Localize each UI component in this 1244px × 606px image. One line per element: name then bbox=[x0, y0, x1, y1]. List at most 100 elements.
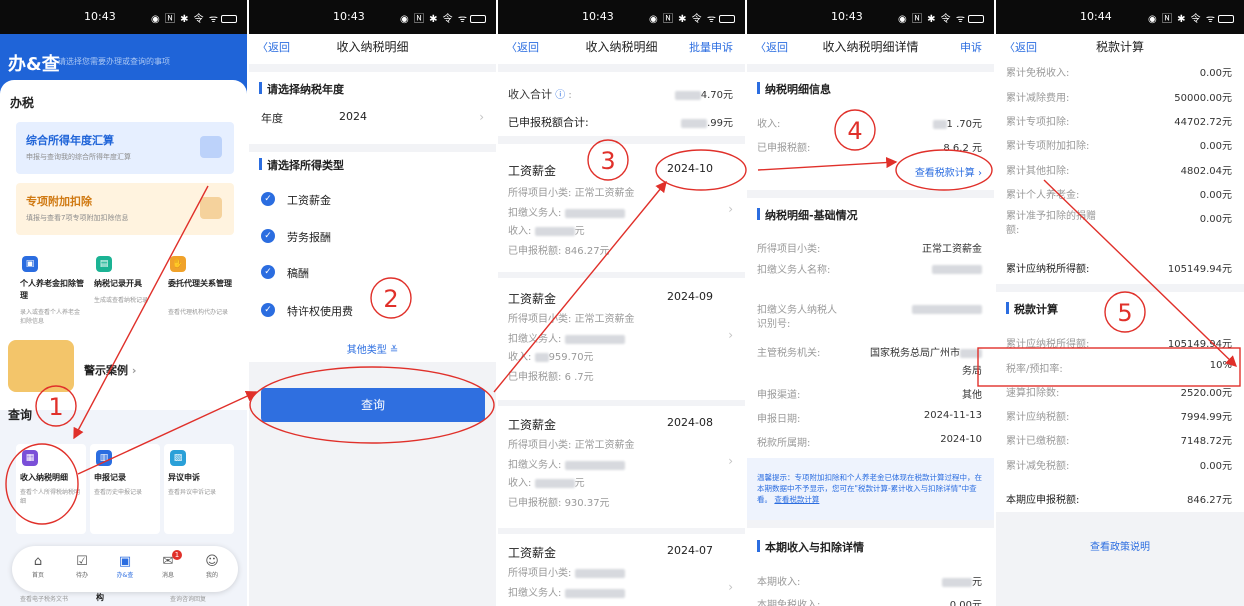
tile-desc: 查看个人所得税纳税明细 bbox=[20, 489, 81, 505]
warning-case-illustration bbox=[8, 340, 74, 392]
bottom-area bbox=[996, 512, 1244, 606]
list-item[interactable]: 工资薪金 2024-07 所得项目小类: 扣缴义务人: › bbox=[498, 536, 745, 606]
card-desc: 申报与查询我的综合所得年度汇算 bbox=[26, 153, 131, 161]
panel-income-list: 10:43 ◉ 🄽 ✱ 令 ᯤ 〈返回 收入纳税明细 批量申诉 收入合计 ⓘ :… bbox=[498, 0, 745, 606]
pension-icon: ▣ bbox=[22, 256, 38, 272]
tile-income-tax-detail[interactable]: ▦ 收入纳税明细 查看个人所得税纳税明细 bbox=[16, 444, 86, 534]
tile-desc: 查看代理机构代办记录 bbox=[168, 309, 229, 316]
help-icon[interactable]: ⓘ bbox=[555, 90, 565, 101]
appeal-icon: ▧ bbox=[170, 450, 186, 466]
list-item[interactable]: 工资薪金 2024-09 所得项目小类: 正常工资薪金 扣缴义务人: 收入: 9… bbox=[498, 280, 745, 396]
handshake-icon: ✋ bbox=[170, 256, 186, 272]
notice-calc-link[interactable]: 查看税款计算 bbox=[774, 495, 819, 504]
section-marker bbox=[259, 158, 262, 170]
tile-title: 委托代理关系管理 bbox=[168, 279, 232, 288]
chevron-down-icon: ≚ bbox=[389, 345, 399, 356]
check-icon: ✓ bbox=[261, 229, 275, 243]
status-icons: ◉ 🄽 ✱ 令 ᯤ bbox=[898, 10, 984, 25]
tab-mine[interactable]: ☺ 我的 bbox=[192, 554, 232, 579]
chevron-right-icon: › bbox=[728, 328, 733, 342]
nav-bar: 〈返回 收入纳税明细详情 申诉 bbox=[747, 34, 994, 60]
section-title-type: 请选择所得类型 bbox=[267, 159, 344, 172]
status-time: 10:44 bbox=[1080, 10, 1112, 23]
section-title-calc: 税款计算 bbox=[1014, 303, 1058, 316]
profile-icon: ☺ bbox=[205, 554, 219, 569]
status-time: 10:43 bbox=[831, 10, 863, 23]
section-title-basic: 纳税明细-基础情况 bbox=[765, 209, 858, 222]
card-annual-settlement[interactable]: 综合所得年度汇算 申报与查询我的综合所得年度汇算 bbox=[16, 122, 234, 174]
tile-desc: 查看异议申诉记录 bbox=[168, 489, 217, 496]
tab-ban-cha[interactable]: ▣ 办&查 bbox=[105, 554, 145, 579]
batch-appeal-button[interactable]: 批量申诉 bbox=[689, 39, 733, 55]
page-title: 收入纳税明细详情 bbox=[822, 40, 919, 54]
warning-case-link[interactable]: 警示案例 › bbox=[84, 362, 136, 378]
section-marker bbox=[259, 82, 262, 94]
appeal-button[interactable]: 申诉 bbox=[960, 39, 982, 55]
section-marker bbox=[757, 208, 760, 220]
bottom-tab-bar: ⌂ 首页 ☑ 待办 ▣ 办&查 ✉ 消息 1 ☺ 我的 bbox=[12, 546, 238, 592]
status-time: 10:43 bbox=[582, 10, 614, 23]
header-tagline: 请选择您需要办理或查询的事项 bbox=[58, 57, 170, 66]
section-title-query: 查询 bbox=[8, 408, 33, 422]
app-logo: 办&查 bbox=[8, 54, 60, 75]
status-bar: 10:43 ◉ 🄽 ✱ 令 ᯤ bbox=[747, 0, 994, 34]
status-bar: 10:43 ◉ 🄽 ✱ 令 ᯤ bbox=[249, 0, 496, 34]
divider bbox=[498, 136, 745, 144]
page-title: 收入纳税明细 bbox=[336, 40, 409, 54]
card-title: 专项附加扣除 bbox=[26, 195, 92, 208]
panel-tax-calc: 10:44 ◉ 🄽 ✱ 令 ᯤ 〈返回 税款计算 累计免税收入: 0.00元 累计… bbox=[996, 0, 1244, 606]
tile-desc: 查看历史申报记录 bbox=[94, 489, 143, 496]
calculator-icon bbox=[200, 136, 222, 158]
section-title-tax: 办税 bbox=[10, 96, 35, 110]
status-bar: 10:43 ◉ 🄽 ✱ 令 ᯤ bbox=[498, 0, 745, 34]
year-selector[interactable]: 年度 2024 › bbox=[249, 110, 496, 134]
card-special-deduction[interactable]: 专项附加扣除 填报与查看7项专项附加扣除信息 bbox=[16, 183, 234, 235]
tab-home[interactable]: ⌂ 首页 bbox=[18, 554, 58, 579]
query-button[interactable]: 查询 bbox=[261, 388, 485, 422]
list-item[interactable]: 工资薪金 2024-10 所得项目小类: 正常工资薪金 扣缴义务人: 收入: 元… bbox=[498, 150, 745, 266]
screenshot-stage: 10:43 ◉ 🄽 ✱ 令 ᯤ 办&查 请选择您需要办理或查询的事项 办税 综合… bbox=[0, 0, 1244, 606]
status-icons: ◉ 🄽 ✱ 令 ᯤ bbox=[649, 10, 735, 25]
section-title-year: 请选择纳税年度 bbox=[267, 83, 344, 96]
policy-link[interactable]: 查看政策说明 bbox=[996, 538, 1244, 553]
panel-ban-cha: 10:43 ◉ 🄽 ✱ 令 ᯤ 办&查 请选择您需要办理或查询的事项 办税 综合… bbox=[0, 0, 247, 606]
detail-icon: ▦ bbox=[22, 450, 38, 466]
message-badge: 1 bbox=[172, 550, 182, 560]
divider bbox=[498, 272, 745, 278]
tab-messages[interactable]: ✉ 消息 1 bbox=[148, 550, 188, 579]
more-types-link[interactable]: 其他类型 ≚ bbox=[249, 341, 496, 356]
deduction-icon bbox=[200, 197, 222, 219]
home-icon: ⌂ bbox=[33, 554, 43, 569]
tile-tax-record[interactable]: ▤ 纳税记录开具 生成或查看纳税记录 bbox=[90, 250, 160, 358]
battery-icon bbox=[968, 15, 984, 23]
status-icons: ◉ 🄽 ✱ 令 ᯤ bbox=[400, 10, 486, 25]
bottom-partial-text: 查看电子税务文书 bbox=[20, 596, 69, 603]
section-title-period: 本期收入与扣除详情 bbox=[765, 541, 864, 554]
tile-declaration-record[interactable]: ▥ 申报记录 查看历史申报记录 bbox=[90, 444, 160, 534]
notice-box: 温馨提示：专项附加扣除和个人养老金已体现在税款计算过程中，在本期数据中不予显示，… bbox=[747, 458, 994, 520]
divider bbox=[249, 64, 496, 72]
tile-desc: 生成或查看纳税记录 bbox=[94, 297, 149, 304]
battery-icon bbox=[1218, 15, 1234, 23]
section-marker bbox=[757, 540, 760, 552]
tile-agency-relation[interactable]: ✋ 委托代理关系管理 查看代理机构代办记录 bbox=[164, 250, 234, 358]
chevron-right-icon: › bbox=[479, 110, 484, 124]
chevron-right-icon: › bbox=[728, 580, 733, 594]
view-tax-calc-link[interactable]: 查看税款计算 › bbox=[915, 164, 982, 179]
battery-icon bbox=[470, 15, 486, 23]
nav-bar: 〈返回 税款计算 bbox=[996, 34, 1244, 60]
tile-title: 异议申诉 bbox=[168, 473, 200, 482]
todo-icon: ☑ bbox=[76, 554, 88, 569]
tab-todo[interactable]: ☑ 待办 bbox=[62, 554, 102, 579]
tile-desc: 录入或查看个人养老金扣除信息 bbox=[20, 309, 81, 325]
tile-objection-appeal[interactable]: ▧ 异议申诉 查看异议申诉记录 bbox=[164, 444, 234, 534]
page-title: 税款计算 bbox=[1095, 40, 1144, 54]
list-item[interactable]: 工资薪金 2024-08 所得项目小类: 正常工资薪金 扣缴义务人: 收入: 元… bbox=[498, 408, 745, 524]
tile-title: 纳税记录开具 bbox=[94, 279, 142, 288]
status-icons: ◉ 🄽 ✱ 令 ᯤ bbox=[151, 10, 237, 25]
divider bbox=[747, 520, 994, 528]
divider bbox=[249, 144, 496, 152]
status-time: 10:43 bbox=[84, 10, 116, 23]
bottom-partial-text: 构 bbox=[96, 593, 104, 602]
bottom-partial-text: 查询咨询回复 bbox=[170, 596, 207, 603]
